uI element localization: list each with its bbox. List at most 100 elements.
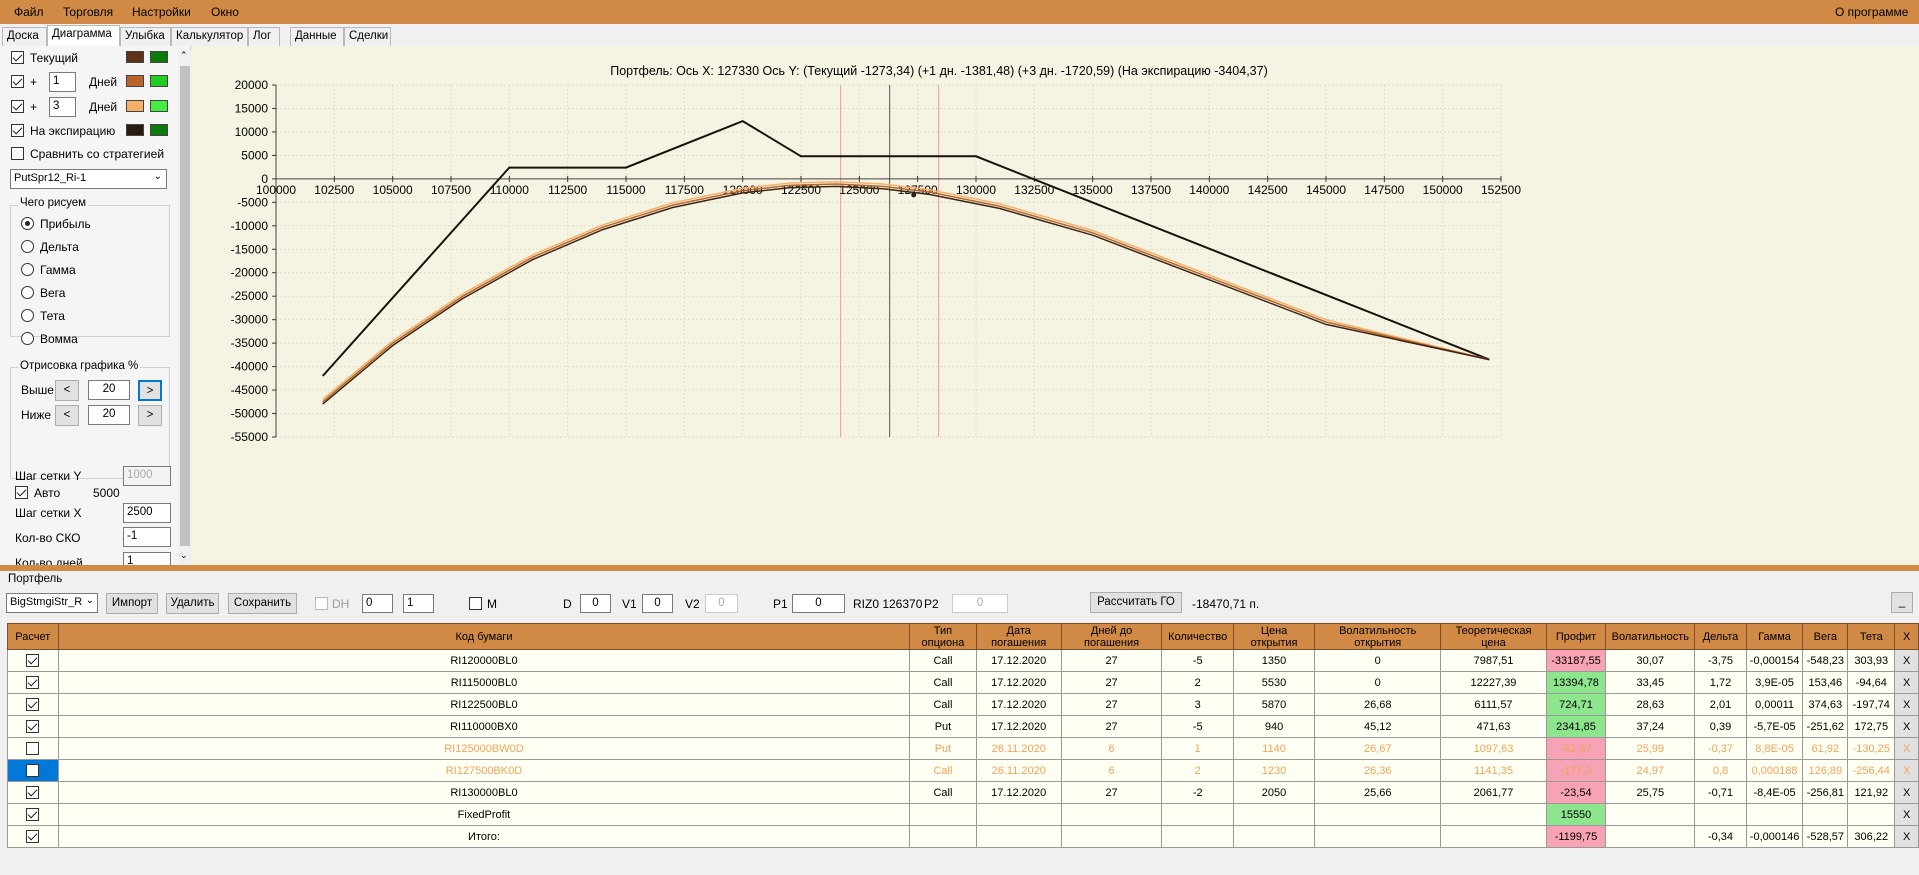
plus-days-3-checkbox[interactable] xyxy=(11,100,24,113)
cell-x[interactable]: X xyxy=(1894,649,1919,672)
v2-input[interactable]: 0 xyxy=(705,594,738,613)
m-checkbox[interactable] xyxy=(469,597,482,610)
col-code[interactable]: Код бумаги xyxy=(57,623,911,650)
day1-color-swatch-1[interactable] xyxy=(126,75,144,87)
menu-about[interactable]: О программе xyxy=(1835,5,1908,19)
col-calc[interactable]: Расчет xyxy=(7,623,59,650)
col-vega[interactable]: Вега xyxy=(1802,623,1849,650)
row-calc-cell[interactable] xyxy=(7,715,59,738)
row-calc-cell[interactable] xyxy=(7,649,59,672)
tab-board[interactable]: Доска xyxy=(2,27,47,46)
current-color-swatch-1[interactable] xyxy=(126,51,144,63)
menu-trade[interactable]: Торговля xyxy=(63,5,113,19)
current-checkbox[interactable] xyxy=(11,51,24,64)
day1-color-swatch-2[interactable] xyxy=(150,75,168,87)
cell-x[interactable]: X xyxy=(1894,693,1919,716)
spin-1-input[interactable]: 0 xyxy=(362,594,393,613)
row-calc-cell[interactable] xyxy=(7,803,59,826)
row-calc-cell[interactable] xyxy=(7,759,59,782)
radio-delta[interactable] xyxy=(21,240,34,253)
cell-x[interactable]: X xyxy=(1894,781,1919,804)
col-theo-price[interactable]: Теоретическая цена xyxy=(1440,623,1547,650)
portfolio-select[interactable]: BigStmgiStr_R ⌄ xyxy=(6,593,98,613)
minimize-button[interactable]: _ xyxy=(1891,592,1913,613)
scroll-up-icon[interactable]: ⌃ xyxy=(180,50,188,61)
above-increase-button[interactable]: > xyxy=(138,380,162,401)
payoff-chart[interactable]: Портфель: Ось X: 127330 Ось Y: (Текущий … xyxy=(192,46,1919,565)
row-calc-checkbox[interactable] xyxy=(26,698,40,711)
row-calc-checkbox[interactable] xyxy=(26,654,40,667)
col-open-vol[interactable]: Волатильность открытия xyxy=(1314,623,1442,650)
above-decrease-button[interactable]: < xyxy=(55,380,79,401)
row-calc-cell[interactable] xyxy=(7,693,59,716)
col-date[interactable]: Дата погашения xyxy=(975,623,1062,650)
table-row[interactable]: RI120000BL0 Call 17.12.2020 27 -5 1350 0 7987,5… xyxy=(7,649,1919,672)
spin-2-input[interactable]: 1 xyxy=(403,594,434,613)
cell-x[interactable]: X xyxy=(1894,737,1919,760)
cell-x[interactable]: X xyxy=(1894,825,1919,848)
row-calc-checkbox[interactable] xyxy=(26,742,40,755)
p1-input[interactable]: 0 xyxy=(792,594,845,613)
col-theta[interactable]: Тета xyxy=(1847,623,1896,650)
radio-profit[interactable] xyxy=(21,217,34,230)
table-row[interactable]: RI125000BW0D Put 26.11.2020 6 1 1140 26,67 1097… xyxy=(7,737,1919,760)
cell-x[interactable]: X xyxy=(1894,715,1919,738)
current-color-swatch-2[interactable] xyxy=(150,51,168,63)
tab-calculator[interactable]: Калькулятор xyxy=(171,27,248,46)
col-delta[interactable]: Дельта xyxy=(1694,623,1747,650)
col-x[interactable]: X xyxy=(1894,623,1919,650)
row-calc-checkbox[interactable] xyxy=(26,830,40,843)
table-row[interactable]: RI110000BX0 Put 17.12.2020 27 -5 940 45,12 471,… xyxy=(7,715,1919,738)
scroll-thumb[interactable] xyxy=(180,66,190,546)
expiry-checkbox[interactable] xyxy=(11,124,24,137)
radio-vega[interactable] xyxy=(21,286,34,299)
delete-button[interactable]: Удалить xyxy=(166,593,219,614)
below-increase-button[interactable]: > xyxy=(138,405,162,426)
strategy-select[interactable]: PutSpr12_Ri-1 ⌄ xyxy=(10,169,167,189)
row-calc-cell[interactable] xyxy=(7,671,59,694)
tab-smile[interactable]: Улыбка xyxy=(120,27,171,46)
auto-grid-checkbox[interactable] xyxy=(15,486,28,499)
table-row[interactable]: RI130000BL0 Call 17.12.2020 27 -2 2050 25,66 20… xyxy=(7,781,1919,804)
row-calc-cell[interactable] xyxy=(7,781,59,804)
col-vol[interactable]: Волатильность xyxy=(1605,623,1696,650)
col-open-price[interactable]: Цена открытия xyxy=(1233,623,1316,650)
cell-x[interactable]: X xyxy=(1894,671,1919,694)
row-calc-cell[interactable] xyxy=(7,825,59,848)
grid-x-input[interactable]: 2500 xyxy=(123,503,171,523)
grid-y-input[interactable]: 1000 xyxy=(123,466,171,486)
tab-deals[interactable]: Сделки xyxy=(344,27,391,46)
sko-input[interactable]: -1 xyxy=(123,527,171,547)
row-calc-checkbox[interactable] xyxy=(26,720,40,733)
radio-theta[interactable] xyxy=(21,309,34,322)
below-input[interactable]: 20 xyxy=(88,405,130,425)
above-input[interactable]: 20 xyxy=(88,380,130,400)
v1-input[interactable]: 0 xyxy=(642,594,673,613)
expiry-color-swatch-2[interactable] xyxy=(150,124,168,136)
save-button[interactable]: Сохранить xyxy=(228,593,297,614)
d-input[interactable]: 0 xyxy=(580,594,611,613)
days-cut-input[interactable]: 1 xyxy=(123,552,171,565)
panel-splitter[interactable] xyxy=(0,565,1919,571)
row-calc-cell[interactable] xyxy=(7,737,59,760)
dh-checkbox[interactable] xyxy=(315,597,328,610)
table-row[interactable]: RI115000BL0 Call 17.12.2020 27 2 5530 0 12227,3… xyxy=(7,671,1919,694)
tab-log[interactable]: Лог xyxy=(248,27,280,46)
days-3-input[interactable]: 3 xyxy=(49,97,76,117)
menu-file[interactable]: Файл xyxy=(14,5,44,19)
menu-window[interactable]: Окно xyxy=(211,5,239,19)
table-row[interactable]: RI122500BL0 Call 17.12.2020 27 3 5870 26,68 611… xyxy=(7,693,1919,716)
radio-vomma[interactable] xyxy=(21,332,34,345)
table-row[interactable]: Итого: -1199,75 -0,34 -0,000146 -528,57 306,2… xyxy=(7,825,1919,848)
calc-margin-button[interactable]: Рассчитать ГО xyxy=(1090,592,1182,613)
menu-settings[interactable]: Настройки xyxy=(132,5,191,19)
col-profit[interactable]: Профит xyxy=(1545,623,1607,650)
scroll-down-icon[interactable]: ⌄ xyxy=(180,550,188,561)
compare-strategy-checkbox[interactable] xyxy=(11,147,24,160)
table-row[interactable]: RI127500BK0D Call 26.11.2020 6 2 1230 26,36 114… xyxy=(7,759,1919,782)
cell-x[interactable]: X xyxy=(1894,759,1919,782)
table-row[interactable]: FixedProfit 15550 X xyxy=(7,803,1919,826)
col-gamma[interactable]: Гамма xyxy=(1745,623,1804,650)
col-qty[interactable]: Количество xyxy=(1161,623,1235,650)
day3-color-swatch-2[interactable] xyxy=(150,100,168,112)
